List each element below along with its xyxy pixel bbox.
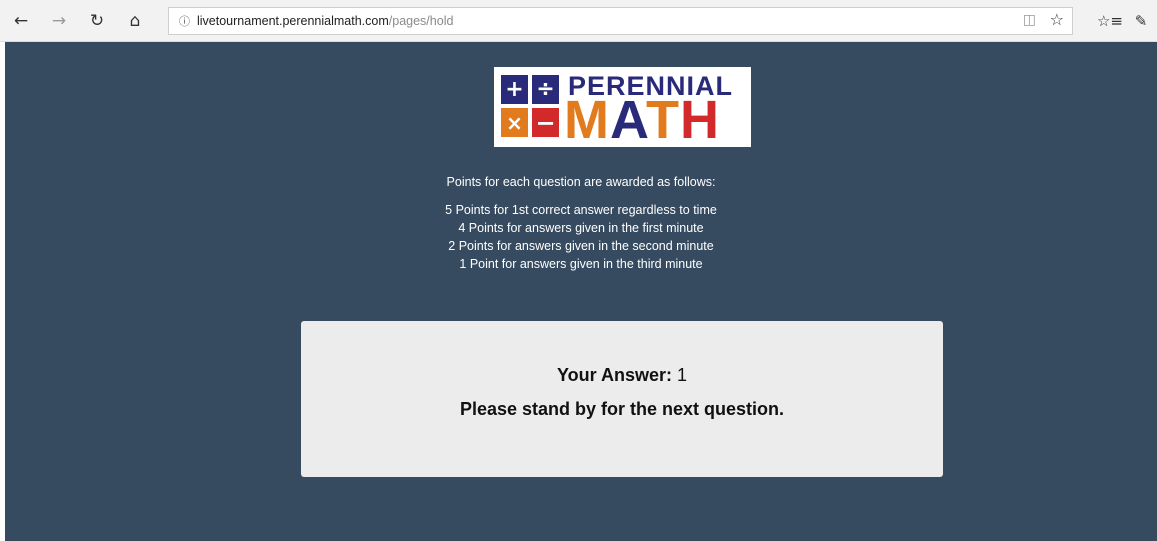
page-content: + ÷ × − PERENNIAL MATH Points for each q… <box>5 42 1157 541</box>
back-arrow-icon[interactable]: ← <box>4 4 38 38</box>
divide-icon: ÷ <box>532 75 559 104</box>
home-icon[interactable]: ⌂ <box>118 4 152 38</box>
logo-tiles: + ÷ × − <box>501 75 559 138</box>
logo-letter-h: H <box>679 90 720 150</box>
points-rule-item: 5 Points for 1st correct answer regardle… <box>445 203 717 217</box>
your-answer-label: Your Answer: <box>556 365 672 385</box>
refresh-icon[interactable]: ↻ <box>80 4 114 38</box>
your-answer-value: 1 <box>677 365 688 385</box>
browser-toolbar: ← → ↻ ⌂ ⓘ livetournament.perennialmath.c… <box>0 0 1157 42</box>
your-answer-line: Your Answer: 1 <box>301 365 943 386</box>
logo-letter-t: T <box>645 90 680 150</box>
favorites-list-icon[interactable]: ☆≡ <box>1093 4 1127 38</box>
answer-status-card: Your Answer: 1 Please stand by for the n… <box>301 321 943 477</box>
points-rules-title: Points for each question are awarded as … <box>446 175 716 189</box>
points-rule-item: 4 Points for answers given in the first … <box>458 221 704 235</box>
plus-icon: + <box>501 75 528 104</box>
url-path: /pages/hold <box>388 14 454 28</box>
forward-arrow-icon[interactable]: → <box>42 4 76 38</box>
address-bar[interactable]: ⓘ livetournament.perennialmath.com/pages… <box>168 7 1073 35</box>
perennial-math-logo: + ÷ × − PERENNIAL MATH <box>494 67 751 148</box>
times-icon: × <box>501 108 528 137</box>
logo-letter-m: M <box>564 90 610 150</box>
standby-message: Please stand by for the next question. <box>459 399 785 419</box>
logo-letter-a: A <box>609 90 646 150</box>
reading-view-icon[interactable]: ◫ <box>1023 12 1036 28</box>
pen-icon[interactable]: ✎ <box>1124 4 1157 38</box>
url-host: livetournament.perennialmath.com <box>197 14 389 28</box>
star-icon[interactable]: ☆ <box>1050 10 1064 29</box>
points-rule-item: 2 Points for answers given in the second… <box>448 239 714 253</box>
minus-icon: − <box>532 108 559 137</box>
site-info-icon[interactable]: ⓘ <box>179 13 197 29</box>
logo-word-math: MATH <box>564 92 720 148</box>
points-rule-item: 1 Point for answers given in the third m… <box>459 257 703 271</box>
points-rules-list: 5 Points for 1st correct answer regardle… <box>5 201 1157 273</box>
